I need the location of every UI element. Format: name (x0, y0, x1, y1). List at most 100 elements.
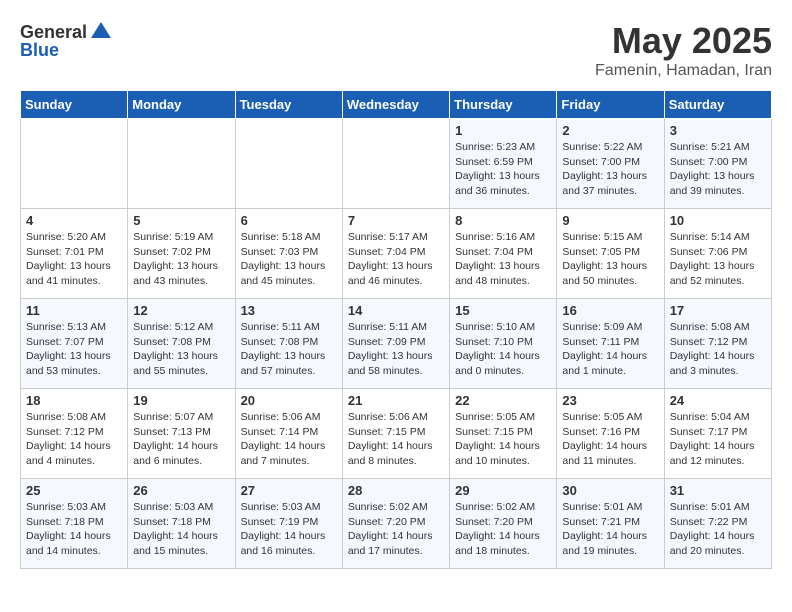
location: Famenin, Hamadan, Iran (595, 62, 772, 80)
day-number: 24 (670, 393, 766, 408)
calendar-header-row: SundayMondayTuesdayWednesdayThursdayFrid… (21, 91, 772, 119)
calendar-cell: 17 Sunrise: 5:08 AM Sunset: 7:12 PM Dayli… (664, 299, 771, 389)
calendar-cell (235, 119, 342, 209)
month-title: May 2025 (595, 20, 772, 62)
day-info: Sunrise: 5:06 AM Sunset: 7:15 PM Dayligh… (348, 410, 444, 469)
calendar-cell (21, 119, 128, 209)
calendar-cell: 11Sunrise: 5:13 AM Sunset: 7:07 PM Dayli… (21, 299, 128, 389)
title-block: May 2025 Famenin, Hamadan, Iran (595, 20, 772, 80)
calendar-cell: 2 Sunrise: 5:22 AM Sunset: 7:00 PM Daylig… (557, 119, 664, 209)
day-info: Sunrise: 5:02 AM Sunset: 7:20 PM Dayligh… (455, 500, 551, 559)
day-number: 27 (241, 483, 337, 498)
calendar-cell: 29 Sunrise: 5:02 AM Sunset: 7:20 PM Dayli… (450, 479, 557, 569)
calendar-cell: 14 Sunrise: 5:11 AM Sunset: 7:09 PM Dayli… (342, 299, 449, 389)
day-info: Sunrise: 5:11 AM Sunset: 7:09 PM Dayligh… (348, 320, 444, 379)
day-number: 8 (455, 213, 551, 228)
col-header-wednesday: Wednesday (342, 91, 449, 119)
week-row-4: 18 Sunrise: 5:08 AM Sunset: 7:12 PM Dayli… (21, 389, 772, 479)
calendar-cell: 27 Sunrise: 5:03 AM Sunset: 7:19 PM Dayli… (235, 479, 342, 569)
day-number: 6 (241, 213, 337, 228)
calendar-cell: 6 Sunrise: 5:18 AM Sunset: 7:03 PM Daylig… (235, 209, 342, 299)
calendar-cell: 30Sunrise: 5:01 AM Sunset: 7:21 PM Dayli… (557, 479, 664, 569)
day-number: 9 (562, 213, 658, 228)
day-info: Sunrise: 5:08 AM Sunset: 7:12 PM Dayligh… (26, 410, 122, 469)
day-number: 26 (133, 483, 229, 498)
calendar-cell: 24 Sunrise: 5:04 AM Sunset: 7:17 PM Dayli… (664, 389, 771, 479)
day-info: Sunrise: 5:03 AM Sunset: 7:18 PM Dayligh… (133, 500, 229, 559)
day-info: Sunrise: 5:04 AM Sunset: 7:17 PM Dayligh… (670, 410, 766, 469)
day-number: 5 (133, 213, 229, 228)
day-info: Sunrise: 5:18 AM Sunset: 7:03 PM Dayligh… (241, 230, 337, 289)
day-number: 2 (562, 123, 658, 138)
calendar-cell: 25Sunrise: 5:03 AM Sunset: 7:18 PM Dayli… (21, 479, 128, 569)
page-header: General Blue May 2025 Famenin, Hamadan, … (20, 20, 772, 80)
col-header-monday: Monday (128, 91, 235, 119)
day-info: Sunrise: 5:01 AM Sunset: 7:22 PM Dayligh… (670, 500, 766, 559)
week-row-5: 25Sunrise: 5:03 AM Sunset: 7:18 PM Dayli… (21, 479, 772, 569)
day-info: Sunrise: 5:03 AM Sunset: 7:18 PM Dayligh… (26, 500, 122, 559)
day-number: 20 (241, 393, 337, 408)
day-info: Sunrise: 5:05 AM Sunset: 7:15 PM Dayligh… (455, 410, 551, 469)
day-info: Sunrise: 5:20 AM Sunset: 7:01 PM Dayligh… (26, 230, 122, 289)
day-info: Sunrise: 5:03 AM Sunset: 7:19 PM Dayligh… (241, 500, 337, 559)
day-info: Sunrise: 5:21 AM Sunset: 7:00 PM Dayligh… (670, 140, 766, 199)
day-number: 18 (26, 393, 122, 408)
logo: General Blue (20, 20, 113, 61)
day-info: Sunrise: 5:07 AM Sunset: 7:13 PM Dayligh… (133, 410, 229, 469)
day-number: 1 (455, 123, 551, 138)
day-number: 12 (133, 303, 229, 318)
day-number: 21 (348, 393, 444, 408)
day-number: 17 (670, 303, 766, 318)
calendar-cell: 20Sunrise: 5:06 AM Sunset: 7:14 PM Dayli… (235, 389, 342, 479)
calendar-cell: 8 Sunrise: 5:16 AM Sunset: 7:04 PM Daylig… (450, 209, 557, 299)
day-number: 3 (670, 123, 766, 138)
logo-icon (89, 20, 113, 44)
day-info: Sunrise: 5:16 AM Sunset: 7:04 PM Dayligh… (455, 230, 551, 289)
calendar-cell: 19 Sunrise: 5:07 AM Sunset: 7:13 PM Dayli… (128, 389, 235, 479)
day-number: 7 (348, 213, 444, 228)
day-number: 4 (26, 213, 122, 228)
calendar-cell: 10Sunrise: 5:14 AM Sunset: 7:06 PM Dayli… (664, 209, 771, 299)
calendar-cell: 4 Sunrise: 5:20 AM Sunset: 7:01 PM Daylig… (21, 209, 128, 299)
calendar-cell: 16 Sunrise: 5:09 AM Sunset: 7:11 PM Dayli… (557, 299, 664, 389)
col-header-tuesday: Tuesday (235, 91, 342, 119)
day-number: 30 (562, 483, 658, 498)
col-header-friday: Friday (557, 91, 664, 119)
day-info: Sunrise: 5:19 AM Sunset: 7:02 PM Dayligh… (133, 230, 229, 289)
day-info: Sunrise: 5:12 AM Sunset: 7:08 PM Dayligh… (133, 320, 229, 379)
week-row-1: 1Sunrise: 5:23 AM Sunset: 6:59 PM Daylig… (21, 119, 772, 209)
calendar-cell: 28 Sunrise: 5:02 AM Sunset: 7:20 PM Dayli… (342, 479, 449, 569)
week-row-3: 11Sunrise: 5:13 AM Sunset: 7:07 PM Dayli… (21, 299, 772, 389)
calendar-cell: 23 Sunrise: 5:05 AM Sunset: 7:16 PM Dayli… (557, 389, 664, 479)
calendar-cell: 9 Sunrise: 5:15 AM Sunset: 7:05 PM Daylig… (557, 209, 664, 299)
calendar-cell: 5 Sunrise: 5:19 AM Sunset: 7:02 PM Daylig… (128, 209, 235, 299)
day-info: Sunrise: 5:09 AM Sunset: 7:11 PM Dayligh… (562, 320, 658, 379)
calendar-cell: 12 Sunrise: 5:12 AM Sunset: 7:08 PM Dayli… (128, 299, 235, 389)
calendar-cell: 26 Sunrise: 5:03 AM Sunset: 7:18 PM Dayli… (128, 479, 235, 569)
day-info: Sunrise: 5:05 AM Sunset: 7:16 PM Dayligh… (562, 410, 658, 469)
calendar-cell (342, 119, 449, 209)
week-row-2: 4 Sunrise: 5:20 AM Sunset: 7:01 PM Daylig… (21, 209, 772, 299)
day-number: 19 (133, 393, 229, 408)
day-info: Sunrise: 5:13 AM Sunset: 7:07 PM Dayligh… (26, 320, 122, 379)
calendar-cell: 1Sunrise: 5:23 AM Sunset: 6:59 PM Daylig… (450, 119, 557, 209)
day-number: 31 (670, 483, 766, 498)
day-info: Sunrise: 5:02 AM Sunset: 7:20 PM Dayligh… (348, 500, 444, 559)
logo-blue: Blue (20, 40, 59, 61)
day-info: Sunrise: 5:08 AM Sunset: 7:12 PM Dayligh… (670, 320, 766, 379)
calendar-cell: 7 Sunrise: 5:17 AM Sunset: 7:04 PM Daylig… (342, 209, 449, 299)
col-header-saturday: Saturday (664, 91, 771, 119)
day-info: Sunrise: 5:17 AM Sunset: 7:04 PM Dayligh… (348, 230, 444, 289)
day-number: 16 (562, 303, 658, 318)
day-number: 14 (348, 303, 444, 318)
calendar-cell: 22 Sunrise: 5:05 AM Sunset: 7:15 PM Dayli… (450, 389, 557, 479)
calendar-cell: 15Sunrise: 5:10 AM Sunset: 7:10 PM Dayli… (450, 299, 557, 389)
day-number: 23 (562, 393, 658, 408)
day-number: 22 (455, 393, 551, 408)
day-info: Sunrise: 5:22 AM Sunset: 7:00 PM Dayligh… (562, 140, 658, 199)
day-number: 29 (455, 483, 551, 498)
day-number: 15 (455, 303, 551, 318)
day-info: Sunrise: 5:15 AM Sunset: 7:05 PM Dayligh… (562, 230, 658, 289)
day-info: Sunrise: 5:11 AM Sunset: 7:08 PM Dayligh… (241, 320, 337, 379)
day-number: 28 (348, 483, 444, 498)
